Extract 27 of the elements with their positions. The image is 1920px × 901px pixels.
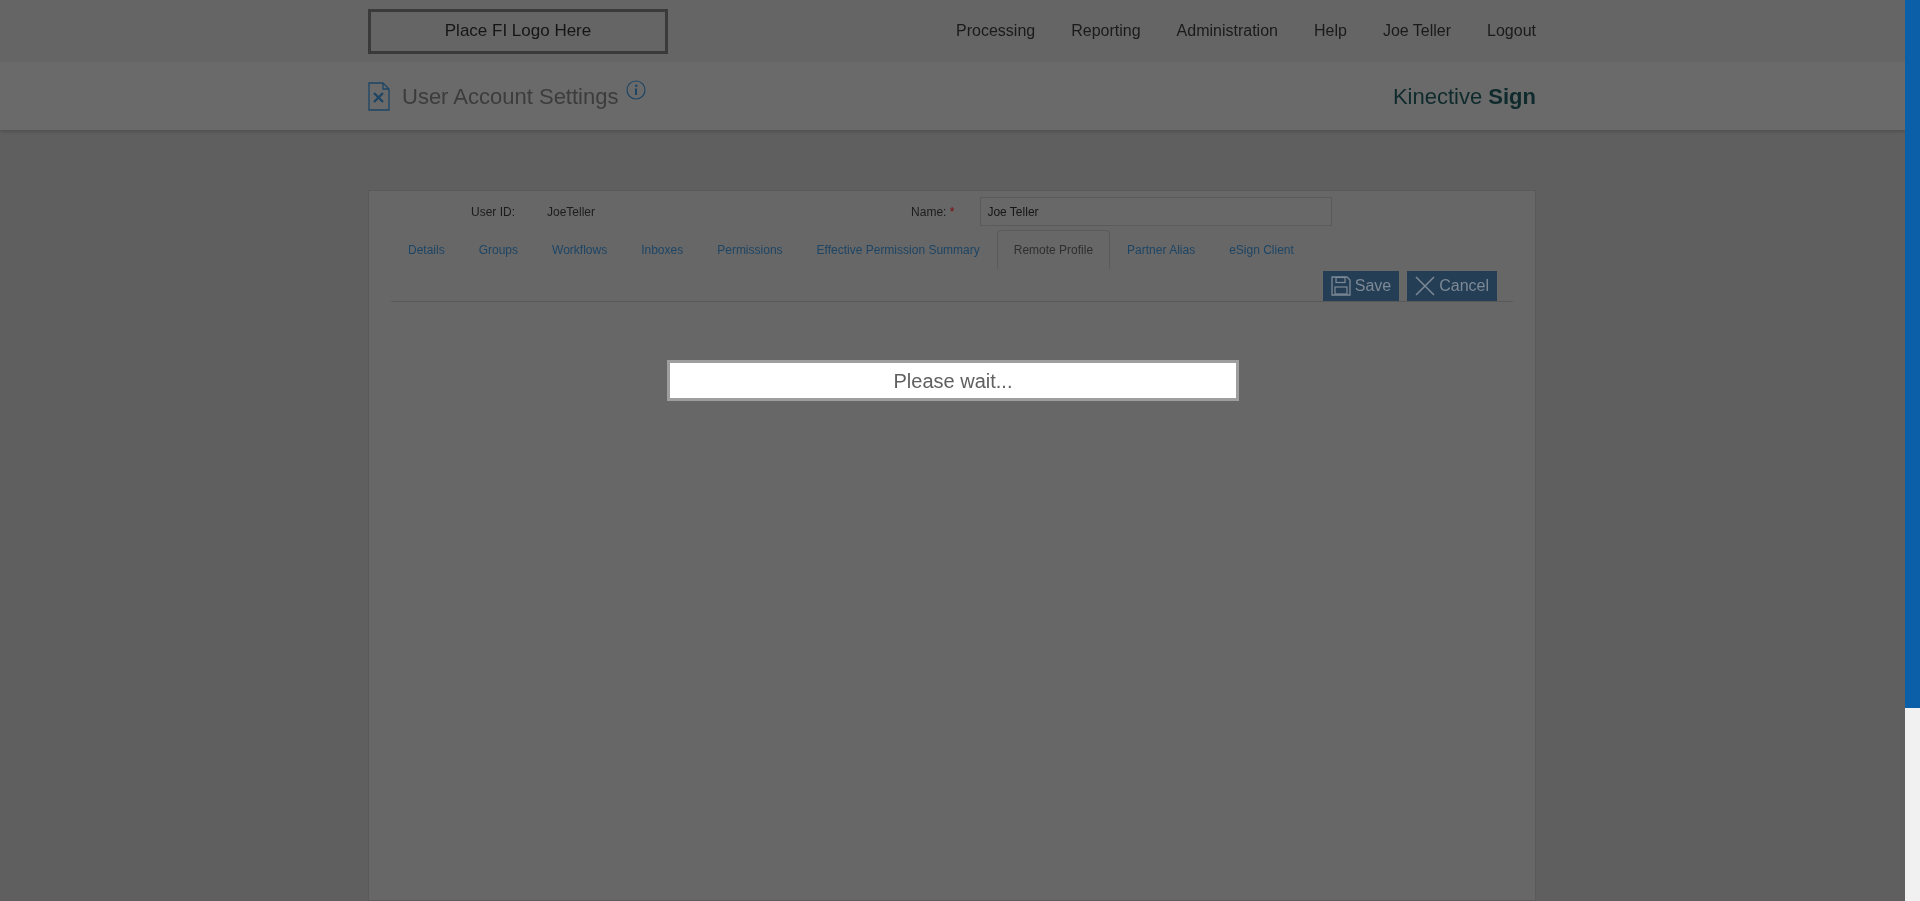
tab[interactable]: Details xyxy=(391,230,462,269)
scrollbar-thumb[interactable] xyxy=(1905,0,1920,708)
tab[interactable]: eSign Client xyxy=(1212,230,1311,269)
close-icon xyxy=(1415,276,1436,296)
nav-link[interactable]: Logout xyxy=(1487,19,1536,43)
name-field[interactable]: Joe Teller xyxy=(980,197,1333,226)
tab[interactable]: Workflows xyxy=(535,230,625,269)
tab[interactable]: Inboxes xyxy=(624,230,701,269)
tab[interactable]: Effective Permission Summary xyxy=(799,230,997,269)
field-label: Name: * xyxy=(911,203,955,221)
save-button[interactable]: Save xyxy=(1322,271,1400,301)
nav-link[interactable]: Administration xyxy=(1176,19,1278,43)
nav-link[interactable]: Processing xyxy=(956,19,1036,43)
tab[interactable]: Permissions xyxy=(700,230,800,269)
tab[interactable]: Groups xyxy=(461,230,536,269)
field-label: User ID: xyxy=(471,203,515,221)
tab[interactable]: Remote Profile xyxy=(996,230,1111,269)
tab[interactable]: Partner Alias xyxy=(1110,230,1213,269)
cancel-button[interactable]: Cancel xyxy=(1407,271,1497,301)
logo-placeholder-text: Place FI Logo Here xyxy=(444,20,592,43)
nav-link[interactable]: Help xyxy=(1313,19,1347,43)
nav-link[interactable]: Joe Teller xyxy=(1382,19,1452,43)
brand-logo: Kinective Sign xyxy=(1392,82,1536,111)
nav-link[interactable]: Reporting xyxy=(1071,19,1141,43)
loading-message: Please wait... xyxy=(667,360,1239,401)
field-value: JoeTeller xyxy=(547,203,596,221)
info-icon[interactable] xyxy=(626,79,647,100)
